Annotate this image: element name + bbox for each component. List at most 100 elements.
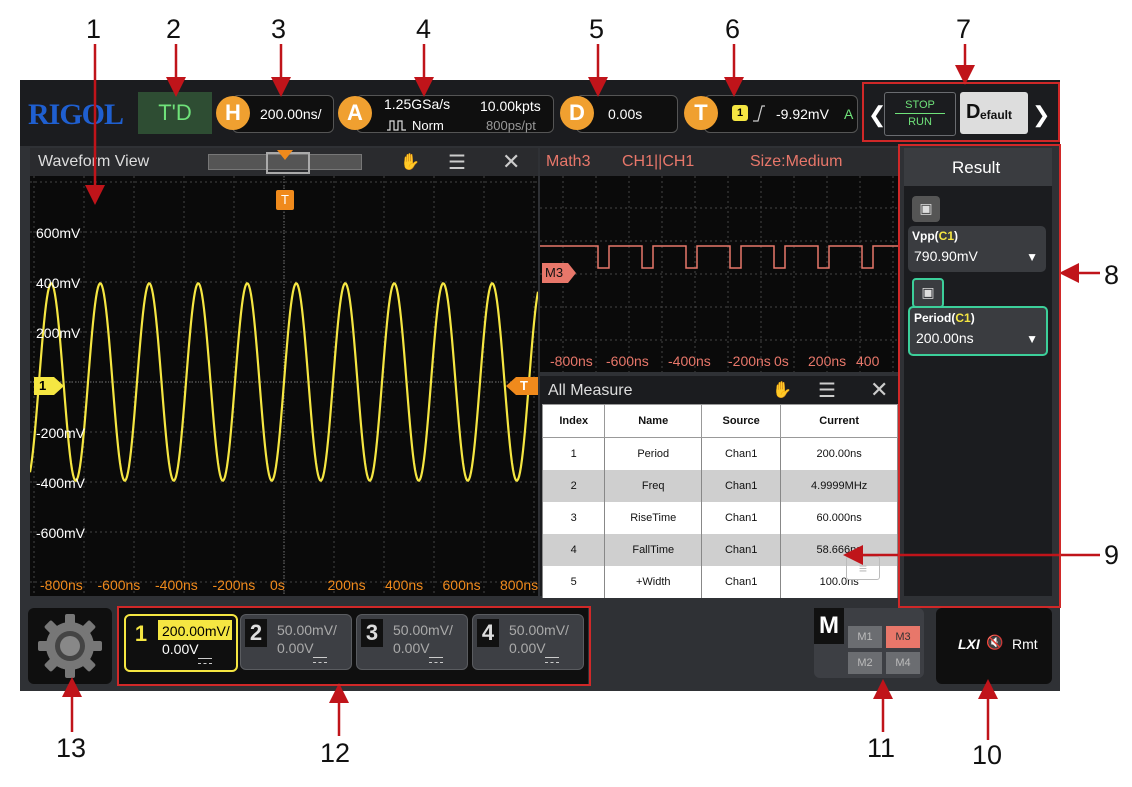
chevron-down-icon[interactable]: ▼	[1026, 332, 1038, 346]
chevron-down-icon[interactable]: ▼	[1026, 250, 1038, 264]
math-button-group[interactable]: M M1 M3 M2 M4	[814, 608, 924, 678]
y-tick-label: -400mV	[36, 475, 86, 491]
close-icon[interactable]: ✕	[870, 377, 888, 403]
home-gear-button[interactable]	[28, 608, 112, 684]
callout-7: 7	[956, 14, 972, 44]
run-stop-button[interactable]: STOP RUN	[884, 92, 956, 136]
top-bar: RIGOL T'D H 200.00ns/ A 1.25GSa/s Norm 1…	[20, 80, 1060, 146]
measure-header: Name	[604, 404, 702, 438]
result-item-2-value: 200.00ns	[916, 330, 974, 346]
math-title-bar	[540, 148, 898, 176]
all-measure-panel[interactable]: All Measure ✋ ☰ ✕ Index Name Source Current…	[540, 376, 898, 598]
result-item-2[interactable]: Period(C1) 200.00ns ▼	[908, 306, 1048, 356]
result-item-1[interactable]: Vpp(C1) 790.90mV ▼	[908, 226, 1046, 272]
x-tick-label: 600ns	[443, 577, 481, 593]
table-cell: Chan1	[700, 470, 782, 502]
math-button-label: M	[814, 608, 844, 644]
channel-offset: 0.00V	[393, 640, 430, 656]
all-measure-title: All Measure	[548, 382, 633, 399]
callout-3: 3	[271, 14, 287, 44]
trigger-button[interactable]: T	[684, 96, 718, 130]
result-title: Result	[952, 158, 1001, 177]
callout-9: 9	[1104, 540, 1120, 570]
table-row[interactable]: 1 Period Chan1 200.00ns	[541, 437, 898, 470]
trigger-level-marker[interactable]: T	[506, 377, 538, 395]
math-title-c: Size:Medium	[750, 153, 843, 170]
coupling-icon	[429, 657, 443, 663]
m3-button[interactable]: M3	[886, 626, 920, 648]
default-small: efault	[980, 108, 1013, 122]
x-tick-label: 0s	[270, 577, 285, 593]
measure-header: Source	[700, 404, 782, 438]
channel-1-button[interactable]: 1 200.00mV/0.00V	[124, 614, 238, 672]
table-row[interactable]: 2 Freq Chan1 4.9999MHz	[541, 470, 898, 502]
result-panel[interactable]: Result Vpp(C1) 790.90mV ▼ ▣ ▣ Period(C1)…	[904, 148, 1052, 596]
callout-1: 1	[86, 14, 102, 44]
callout-4: 4	[416, 14, 432, 44]
x-tick-label: -600ns	[98, 577, 141, 593]
pan-hand-icon[interactable]: ✋	[400, 152, 420, 172]
m2-button[interactable]: M2	[848, 652, 882, 674]
chevron-right-icon[interactable]: ❯	[1032, 102, 1050, 128]
channel-scale: 50.00mV/	[509, 622, 569, 638]
channel-scale: 50.00mV/	[393, 622, 453, 638]
delay-button[interactable]: D	[560, 96, 594, 130]
close-icon[interactable]: ✕	[502, 149, 520, 175]
rising-edge-icon	[752, 104, 766, 122]
callout-10: 10	[972, 740, 1003, 770]
measure-header: Index	[541, 404, 606, 438]
coupling-icon	[313, 657, 327, 663]
channel-values: 200.00mV/0.00V	[162, 622, 230, 658]
channel-offset: 0.00V	[162, 641, 199, 657]
gear-icon	[38, 614, 102, 678]
table-row[interactable]: 5 +Width Chan1 100.0ns	[541, 566, 898, 598]
math-x-tick-label: 400	[856, 353, 880, 369]
channel-offset: 0.00V	[277, 640, 314, 656]
result-item-2-icon: ▣	[912, 278, 944, 308]
table-cell: 3	[541, 502, 606, 534]
default-button[interactable]: D efault	[960, 92, 1028, 134]
menu-icon[interactable]: ☰	[818, 378, 836, 403]
m1-button[interactable]: M1	[848, 626, 882, 648]
waveform-title: Waveform View	[38, 153, 150, 170]
measure-table: Index Name Source Current 1 Period Chan1 200.0…	[541, 404, 898, 598]
pan-hand-icon[interactable]: ✋	[772, 380, 792, 400]
table-row[interactable]: 4 FallTime Chan1 58.666ns	[541, 534, 898, 566]
channel-3-button[interactable]: 3 50.00mV/0.00V	[356, 614, 468, 670]
table-cell: 1	[541, 437, 606, 470]
horizontal-button[interactable]: H	[216, 96, 250, 130]
waveform-view[interactable]: Waveform View ✋ ☰ ✕ 600mV 400mV 200mV -200m…	[30, 148, 538, 596]
table-row[interactable]: 3 RiseTime Chan1 60.000ns	[541, 502, 898, 534]
result-item-1-value: 790.90mV	[914, 248, 978, 264]
measure-header: Current	[780, 404, 898, 438]
drag-handle-icon[interactable]: ≡	[846, 556, 880, 580]
stop-label: STOP	[905, 99, 935, 111]
ch1-offset-marker[interactable]: 1	[34, 377, 64, 395]
channel-4-button[interactable]: 4 50.00mV/0.00V	[472, 614, 584, 670]
channel-2-button[interactable]: 2 50.00mV/0.00V	[240, 614, 352, 670]
table-cell: Chan1	[700, 566, 782, 598]
mode-button[interactable]: T'D	[138, 92, 212, 134]
acquire-mode-icon	[386, 118, 408, 131]
default-big: D	[966, 101, 981, 123]
table-cell: Period	[604, 437, 702, 470]
math-x-tick-label: 200ns	[808, 353, 846, 369]
mute-icon: 🔇	[986, 634, 1004, 650]
x-tick-label: 400ns	[385, 577, 423, 593]
math-view[interactable]: Math3 CH1||CH1 Size:Medium -800ns -600ns -…	[540, 148, 898, 372]
oscilloscope-screen: RIGOL T'D H 200.00ns/ A 1.25GSa/s Norm 1…	[20, 80, 1060, 691]
result-item-1-name: Vpp(C1)	[912, 229, 959, 243]
run-label: RUN	[908, 116, 932, 128]
table-cell: 4	[541, 534, 606, 566]
x-tick-label: 200ns	[328, 577, 366, 593]
menu-icon[interactable]: ☰	[448, 150, 466, 175]
trigger-marker-icon: T	[276, 190, 294, 210]
channel-scale: 200.00mV/	[162, 623, 230, 639]
status-area[interactable]: LXI 🔇 Rmt	[936, 608, 1052, 684]
math-marker-label: M3	[545, 265, 564, 280]
acquire-button[interactable]: A	[338, 96, 372, 130]
m4-button[interactable]: M4	[886, 652, 920, 674]
math-marker: M3	[542, 263, 578, 283]
channel-values: 50.00mV/0.00V	[393, 621, 453, 657]
y-tick-label: 400mV	[36, 275, 81, 291]
